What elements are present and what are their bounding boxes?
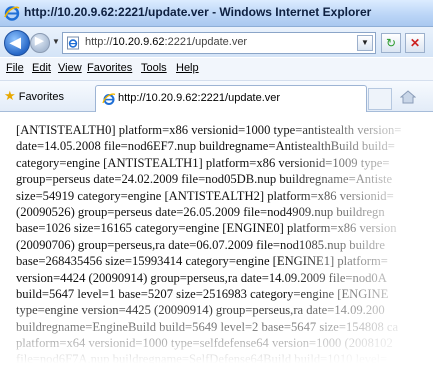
- text-line: platform=x64 versionid=1000 type=selfdef…: [16, 336, 393, 351]
- browser-window: http://10.20.9.62:2221/update.ver - Wind…: [0, 0, 433, 369]
- address-dropdown-button[interactable]: ▼: [357, 35, 373, 51]
- text-line: file=nod6F7A.nup buildregname=SelfDefens…: [16, 352, 388, 367]
- text-line: base=1026 size=16165 category=engine [EN…: [16, 221, 397, 236]
- menu-tools-label: Tools: [141, 62, 167, 74]
- text-line: group=perseus date=24.02.2009 file=nod05…: [16, 172, 393, 187]
- menu-tools[interactable]: Tools: [141, 62, 167, 74]
- favorites-button[interactable]: ★ Favorites: [4, 88, 64, 104]
- forward-button[interactable]: ▶: [30, 33, 50, 53]
- url-prefix: http://: [85, 36, 113, 48]
- new-tab-button[interactable]: [368, 88, 392, 110]
- menu-help[interactable]: Help: [176, 62, 199, 74]
- ie-page-icon: [102, 93, 116, 105]
- text-line: version=4424 (20090914) group=perseus,ra…: [16, 270, 387, 285]
- back-button[interactable]: ◀: [4, 30, 30, 56]
- text-line: base=268435456 size=15993414 category=en…: [16, 254, 388, 269]
- page-content: [ANTISTEALTH0] platform=x86 versionid=10…: [0, 112, 433, 369]
- favorites-bar: ★ Favorites http://10.20.9.62:2221/updat…: [0, 81, 433, 112]
- menu-file-label: File: [6, 62, 24, 74]
- ie-page-icon: [67, 36, 79, 50]
- text-line: type=engine version=4425 (20090914) grou…: [16, 303, 385, 318]
- text-line: size=54919 category=engine [ANTISTEALTH2…: [16, 188, 394, 203]
- menu-edit[interactable]: Edit: [32, 62, 51, 74]
- menu-bar: File Edit View Favorites Tools Help: [0, 58, 433, 81]
- text-line: (20090706) group=perseus,ra date=06.07.2…: [16, 237, 385, 252]
- menu-favorites-label: Favorites: [87, 62, 133, 74]
- tab-label: http://10.20.9.62:2221/update.ver: [118, 92, 281, 104]
- favorites-star-icon: ★: [4, 88, 16, 103]
- address-url: http://10.20.9.62:2221/update.ver: [85, 36, 247, 48]
- text-line: category=engine [ANTISTEALTH1] platform=…: [16, 155, 390, 170]
- tab-current-page[interactable]: http://10.20.9.62:2221/update.ver: [95, 85, 367, 112]
- title-bar: http://10.20.9.62:2221/update.ver - Wind…: [0, 0, 433, 27]
- menu-file[interactable]: File: [6, 62, 24, 74]
- stop-button[interactable]: ✕: [405, 33, 425, 53]
- menu-help-label: Help: [176, 62, 199, 74]
- refresh-button[interactable]: ↻: [381, 33, 401, 53]
- text-line: date=14.05.2008 file=nod6EF7.nup buildre…: [16, 139, 395, 154]
- url-host: 10.20.9.62: [112, 36, 165, 48]
- menu-favorites[interactable]: Favorites: [87, 62, 132, 74]
- recent-pages-dropdown[interactable]: ▼: [52, 37, 60, 46]
- home-icon[interactable]: [400, 90, 416, 104]
- update-ver-text: [ANTISTEALTH0] platform=x86 versionid=10…: [16, 122, 433, 368]
- text-line: buildregname=EngineBuild build=5649 leve…: [16, 319, 399, 334]
- menu-edit-label: Edit: [32, 62, 51, 74]
- url-path: :2221/update.ver: [164, 36, 248, 48]
- menu-view[interactable]: View: [58, 62, 82, 74]
- window-title: http://10.20.9.62:2221/update.ver - Wind…: [24, 5, 372, 19]
- text-line: build=5647 level=1 base=5207 size=251698…: [16, 286, 389, 301]
- back-arrow-icon: ◀: [10, 34, 21, 50]
- ie-logo-icon: [4, 6, 20, 21]
- menu-view-label: View: [58, 62, 82, 74]
- navigation-bar: ◀ ▶ ▼ http://10.20.9.62:2221/update.ver …: [0, 27, 433, 57]
- address-bar[interactable]: http://10.20.9.62:2221/update.ver ▼: [62, 32, 376, 54]
- forward-arrow-icon: ▶: [35, 35, 44, 47]
- favorites-label: Favorites: [18, 91, 64, 103]
- text-line: (20090526) group=perseus date=26.05.2009…: [16, 204, 385, 219]
- text-line: [ANTISTEALTH0] platform=x86 versionid=10…: [16, 123, 402, 137]
